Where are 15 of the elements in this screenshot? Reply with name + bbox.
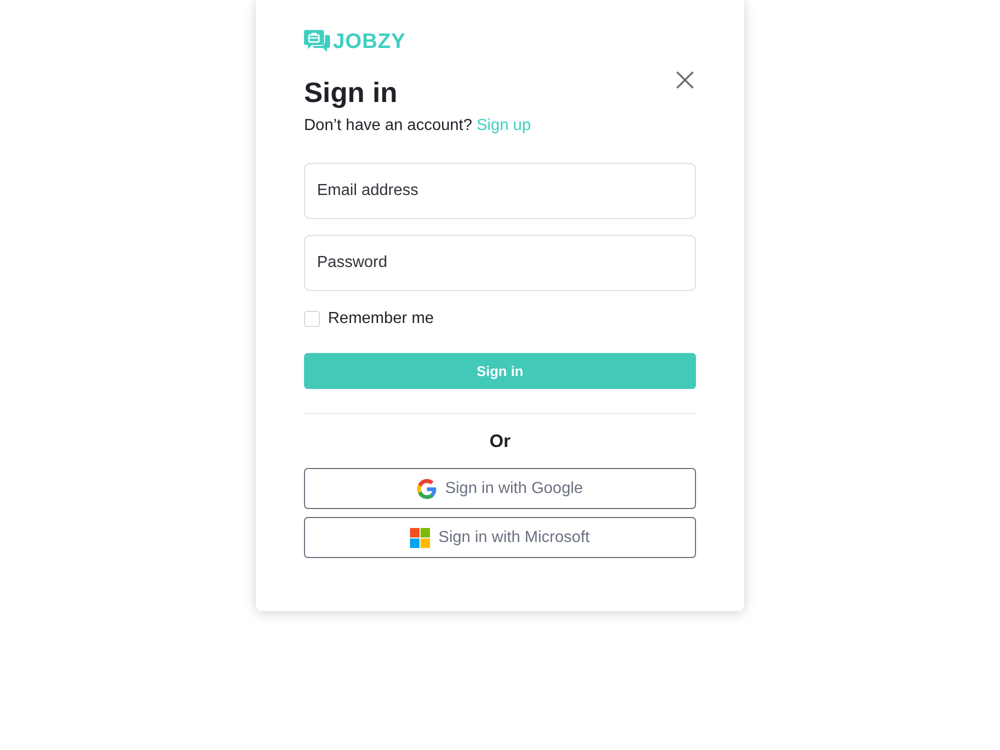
- google-sign-in-button[interactable]: Sign in with Google: [304, 468, 696, 509]
- google-icon: [417, 478, 438, 498]
- divider-label: Or: [489, 430, 510, 452]
- close-button[interactable]: [674, 69, 696, 91]
- microsoft-sign-in-button[interactable]: Sign in with Microsoft: [304, 517, 696, 558]
- input-field[interactable]: Password: [304, 235, 696, 291]
- dialog-title: Sign in: [304, 76, 398, 110]
- logo-wordmark: JOBZY: [333, 30, 406, 52]
- remember-checkbox[interactable]: [304, 311, 320, 327]
- input-field[interactable]: Email address: [304, 163, 696, 219]
- microsoft-logo-icon: [410, 528, 430, 548]
- close-icon: [676, 71, 694, 89]
- signup-prompt: Don’t have an account?: [304, 117, 472, 134]
- remember-label: Remember me: [328, 309, 434, 329]
- logo-icon: [304, 29, 330, 53]
